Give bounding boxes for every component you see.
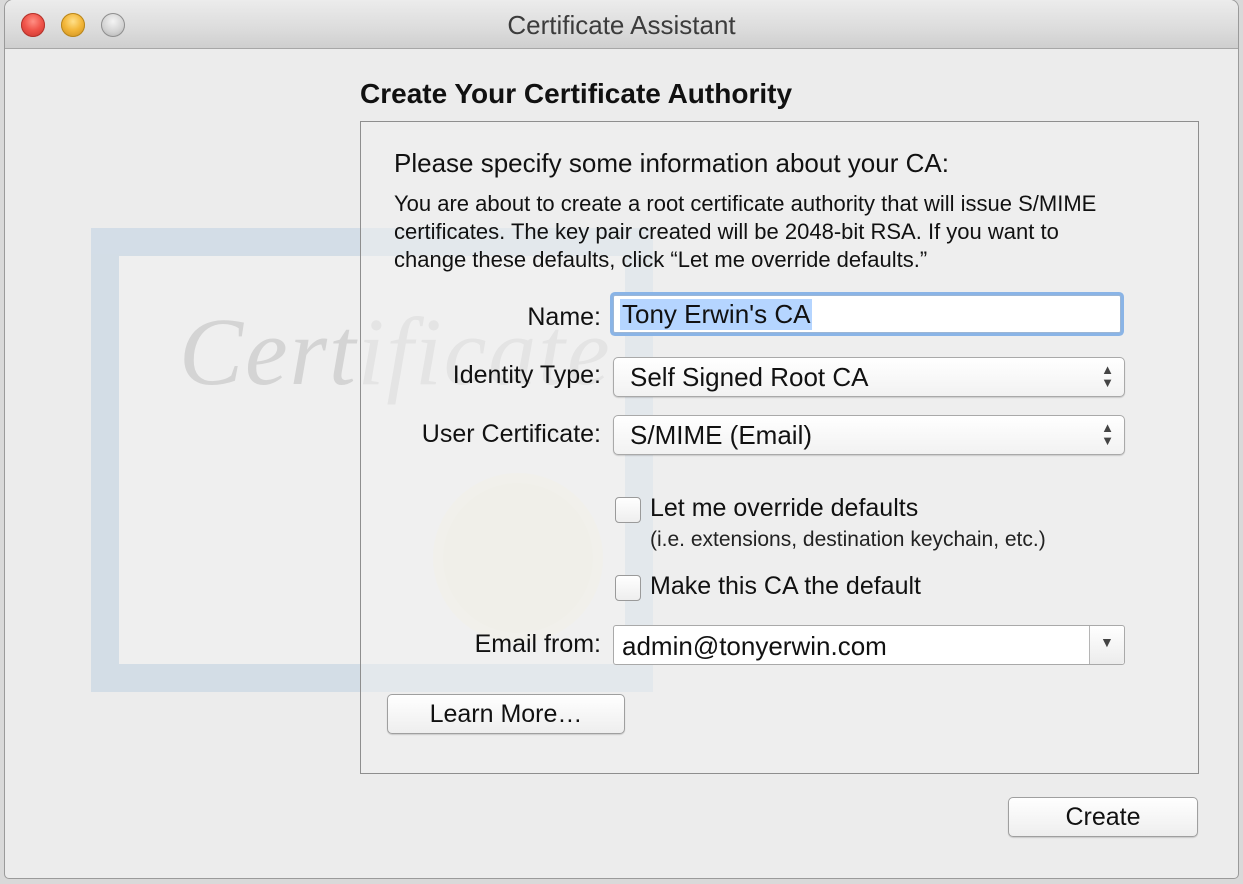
panel-description: You are about to create a root certifica… (394, 191, 1097, 272)
updown-arrows-icon: ▲ ▼ (1101, 362, 1114, 390)
updown-arrows-icon: ▲ ▼ (1101, 420, 1114, 448)
identity-type-value: Self Signed Root CA (630, 362, 869, 392)
override-defaults-note: (i.e. extensions, destination keychain, … (650, 528, 1046, 551)
override-defaults-label[interactable]: Let me override defaults (650, 494, 918, 523)
page-heading: Create Your Certificate Authority (360, 78, 793, 109)
certificate-assistant-window: Certificate Assistant Certificate Create… (5, 0, 1238, 878)
chevron-down-icon: ▼ (1100, 634, 1114, 650)
name-field-value: Tony Erwin's CA (620, 299, 813, 330)
override-defaults-checkbox[interactable] (615, 497, 641, 523)
identity-type-popup[interactable]: Self Signed Root CA ▲ ▼ (613, 357, 1125, 397)
title-bar[interactable]: Certificate Assistant (5, 0, 1238, 49)
learn-more-button[interactable]: Learn More… (387, 694, 625, 734)
identity-type-label: Identity Type: (452, 361, 601, 389)
create-button[interactable]: Create (1008, 797, 1198, 837)
name-label: Name: (527, 303, 601, 331)
form-panel: Please specify some information about yo… (360, 121, 1199, 774)
user-certificate-value: S/MIME (Email) (630, 420, 812, 450)
name-field[interactable]: Tony Erwin's CA (613, 295, 1121, 333)
make-default-label[interactable]: Make this CA the default (650, 572, 921, 601)
user-certificate-popup[interactable]: S/MIME (Email) ▲ ▼ (613, 415, 1125, 455)
email-from-combobox[interactable]: admin@tonyerwin.com ▼ (613, 625, 1125, 665)
user-certificate-label: User Certificate: (421, 420, 601, 448)
window-title: Certificate Assistant (507, 10, 736, 40)
make-default-checkbox[interactable] (615, 575, 641, 601)
email-from-value[interactable]: admin@tonyerwin.com (622, 631, 887, 662)
email-from-dropdown-button[interactable]: ▼ (1089, 626, 1124, 664)
email-from-label: Email from: (474, 630, 601, 658)
panel-subheading: Please specify some information about yo… (394, 148, 949, 178)
